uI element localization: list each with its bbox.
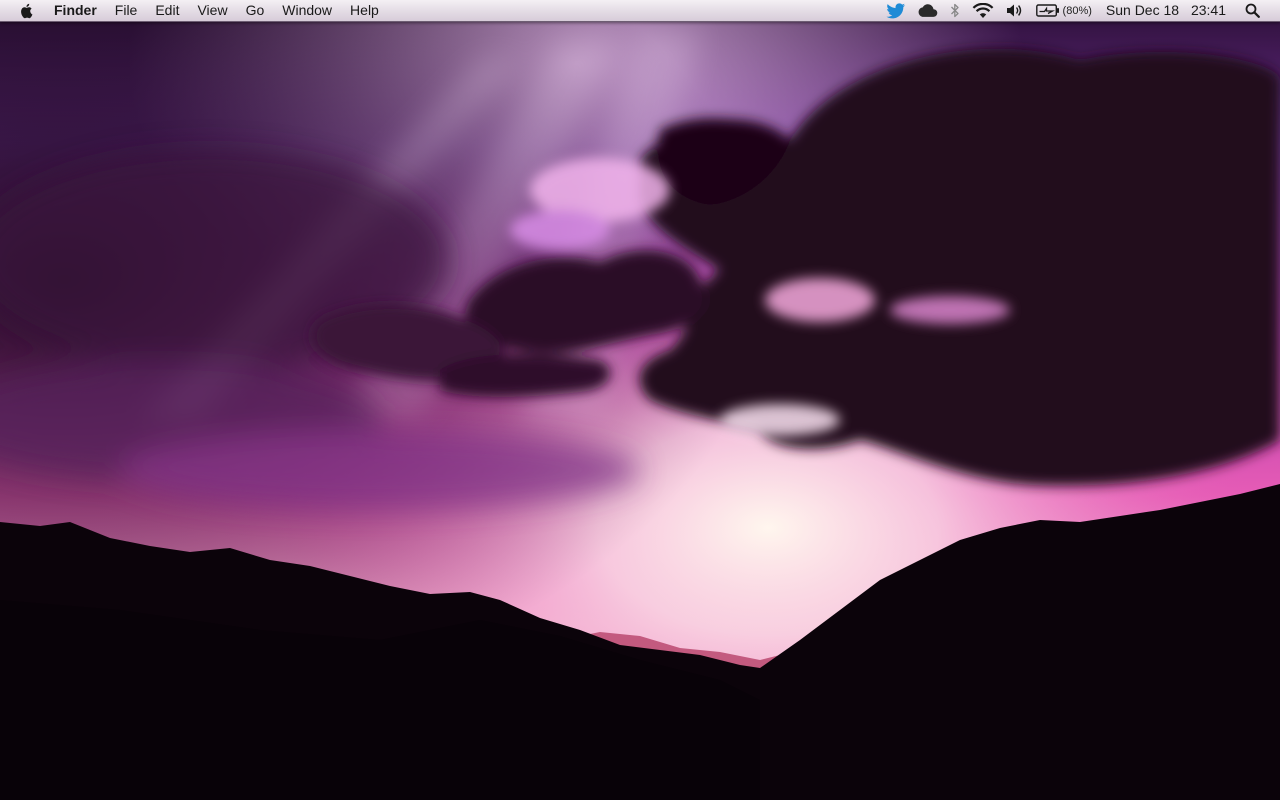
twitter-icon[interactable] xyxy=(880,0,912,21)
cloud-icon[interactable] xyxy=(912,0,944,21)
menu-help[interactable]: Help xyxy=(341,0,388,21)
clock-time: 23:41 xyxy=(1190,2,1226,18)
menu-bar-left: Finder File Edit View Go Window Help xyxy=(0,0,388,21)
menu-go[interactable]: Go xyxy=(237,0,274,21)
wifi-icon[interactable] xyxy=(966,0,1000,21)
spotlight-search-icon[interactable] xyxy=(1236,0,1268,21)
battery-status[interactable]: (80%) xyxy=(1030,0,1098,21)
menu-bar-status: (80%) Sun Dec 18 23:41 xyxy=(880,0,1280,21)
clock-date: Sun Dec 18 xyxy=(1105,2,1180,18)
battery-percentage: (80%) xyxy=(1062,4,1092,17)
desktop: Finder File Edit View Go Window Help (80… xyxy=(0,0,1280,800)
menu-window[interactable]: Window xyxy=(273,0,341,21)
menu-edit[interactable]: Edit xyxy=(146,0,188,21)
bluetooth-icon[interactable] xyxy=(944,0,966,21)
menu-file[interactable]: File xyxy=(106,0,147,21)
menu-clock[interactable]: Sun Dec 18 23:41 xyxy=(1098,0,1236,21)
desktop-wallpaper xyxy=(0,0,1280,800)
apple-menu-icon[interactable] xyxy=(18,0,36,21)
app-menu-finder[interactable]: Finder xyxy=(46,0,106,21)
battery-charging-icon xyxy=(1035,4,1059,17)
volume-icon[interactable] xyxy=(1000,0,1030,21)
menu-bar: Finder File Edit View Go Window Help (80… xyxy=(0,0,1280,22)
menu-view[interactable]: View xyxy=(188,0,236,21)
